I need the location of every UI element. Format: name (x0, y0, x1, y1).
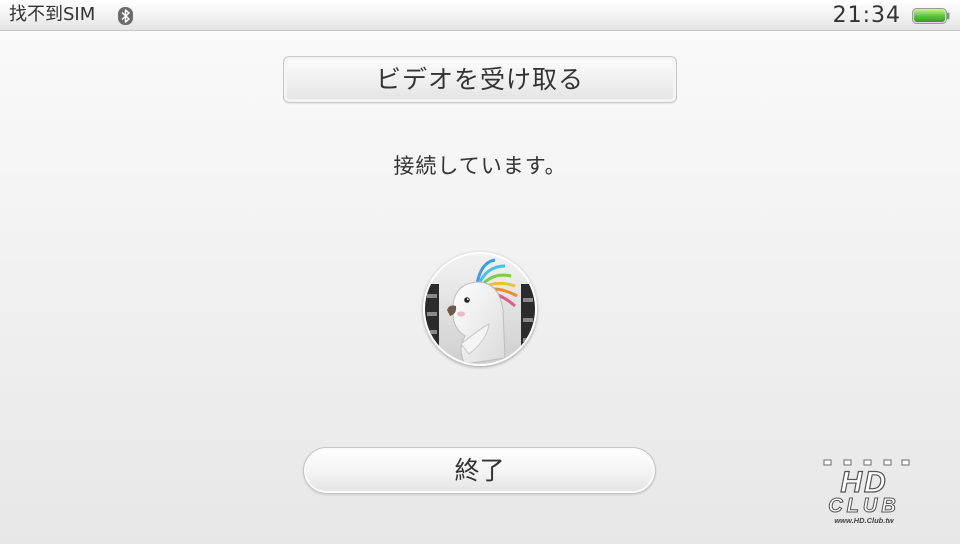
status-bar: 找不到SIM 21:34 (0, 0, 960, 31)
clock: 21:34 (832, 3, 901, 28)
carrier-label: 找不到SIM (9, 4, 96, 25)
watermark-url: www.HD.Club.tw (834, 516, 894, 525)
battery-icon (912, 8, 950, 24)
hdclub-watermark: HD CLUB www.HD.Club.tw (818, 456, 912, 526)
receive-video-title: ビデオを受け取る (283, 56, 677, 103)
connecting-message: 接続しています。 (393, 154, 567, 178)
watermark-brand-bottom: CLUB (828, 495, 900, 517)
bird-avatar-icon (423, 252, 537, 366)
end-button[interactable]: 終了 (303, 447, 656, 494)
bluetooth-icon (117, 7, 134, 25)
